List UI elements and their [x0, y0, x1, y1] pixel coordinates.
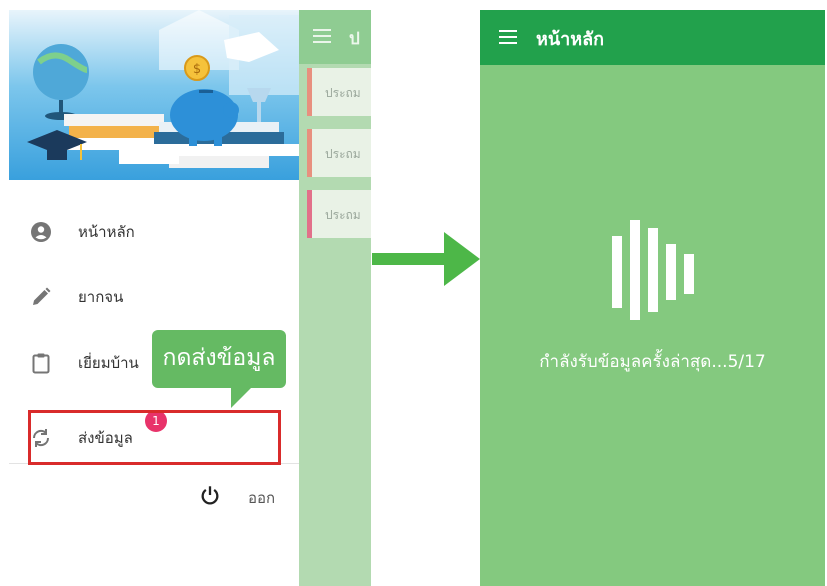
card-text: ประถม	[325, 86, 361, 100]
menu-item-label: หน้าหลัก	[78, 223, 135, 241]
clipboard-icon	[32, 353, 50, 374]
highlight-box	[28, 410, 281, 465]
menu-item-poor[interactable]: ยากจน	[9, 267, 299, 327]
svg-text:$: $	[193, 62, 201, 77]
app-bar: หน้าหลัก	[480, 10, 825, 65]
hamburger-menu-icon[interactable]	[499, 30, 517, 44]
card-accent	[307, 68, 312, 116]
menu-item-home[interactable]: หน้าหลัก	[9, 202, 299, 262]
tutorial-composite: ป ประถม ประถม ประถม $ หน้าหลัก ยากจน เยี…	[0, 0, 827, 586]
app-title: หน้าหลัก	[536, 29, 605, 50]
background-app-screen: ป ประถม ประถม ประถม	[299, 10, 371, 586]
card-text: ประถม	[325, 208, 361, 222]
background-card: ประถม	[307, 190, 371, 238]
pencil-icon	[33, 287, 51, 305]
menu-item-label: ยากจน	[78, 288, 124, 306]
logout-label[interactable]: ออก	[248, 486, 275, 510]
account-circle-icon	[31, 222, 51, 242]
sync-status-text: กำลังรับข้อมูลครั้งล่าสุด...5/17	[539, 352, 766, 372]
menu-item-label: เยี่ยมบ้าน	[78, 354, 139, 372]
left-phone-screen: ป ประถม ประถม ประถม $ หน้าหลัก ยากจน เยี…	[9, 10, 371, 586]
background-card: ประถม	[307, 129, 371, 177]
education-savings-illustration: $	[27, 10, 299, 168]
background-card: ประถม	[307, 68, 371, 116]
power-icon[interactable]	[199, 484, 221, 506]
background-menu-icon	[313, 29, 331, 43]
right-arrow-icon	[372, 232, 480, 286]
instruction-callout: กดส่งข้อมูล	[152, 330, 286, 388]
navigation-drawer: $ หน้าหลัก ยากจน เยี่ยมบ้าน ส่งข้อมูล 1 …	[9, 10, 299, 586]
right-phone-screen: หน้าหลัก กำลังรับข้อมูลครั้งล่าสุด...5/1…	[480, 10, 825, 586]
callout-tail	[231, 386, 253, 408]
audio-wave-loading-icon	[612, 220, 694, 320]
card-text: ประถม	[325, 147, 361, 161]
card-accent	[307, 129, 312, 177]
drawer-header-illustration: $	[9, 10, 299, 180]
background-app-bar: ป	[299, 10, 371, 64]
background-title: ป	[349, 29, 360, 49]
card-accent	[307, 190, 312, 238]
